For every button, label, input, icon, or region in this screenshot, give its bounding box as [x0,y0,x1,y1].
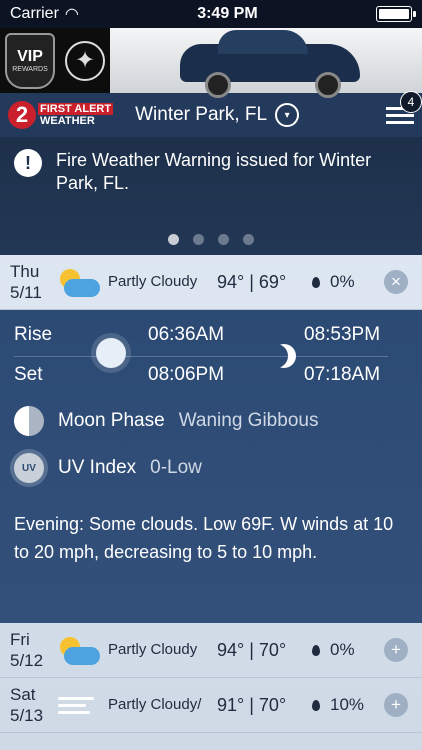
collapse-button[interactable]: × [384,270,408,294]
page-dot[interactable] [193,234,204,245]
uv-label: UV Index [58,457,137,478]
mercedes-logo-icon [65,40,105,81]
status-bar: Carrier ◠ 3:49 PM [0,0,422,28]
forecast-text: Evening: Some clouds. Low 69F. W winds a… [14,514,394,562]
uv-value: 0-Low [150,457,202,478]
day-date: 5/13 [10,706,44,725]
sunrise-time: 06:36AM [148,324,225,345]
expand-button[interactable]: + [384,638,408,662]
wind-icon [58,691,100,719]
forecast-list: Thu 5/11 Partly Cloudy 94° | 69° 0% × Ris… [0,255,422,750]
low-temp: 69° [258,271,287,292]
menu-badge: 4 [400,90,422,113]
moonset-time: 07:18AM [304,364,381,385]
day-row[interactable]: Fri 5/12 Partly Cloudy 94° | 70° 0% + [0,623,422,678]
low-temp: 70° [258,694,287,715]
day-details: Rise Set 06:36AM 08:06PM 08:53PM 07:18AM… [0,310,422,623]
day-date: 5/12 [10,651,44,670]
wifi-icon: ◠ [64,6,79,23]
sunset-time: 08:06PM [148,364,225,385]
alert-banner[interactable]: ! Fire Weather Warning issued for Winter… [0,137,422,255]
menu-button[interactable]: 4 [386,90,422,128]
high-temp: 91° [217,694,245,715]
set-label: Set [14,364,43,385]
precip-chance: 0% [330,272,355,291]
raindrop-icon [312,644,320,656]
sun-icon [96,338,126,368]
car-image [110,28,422,98]
page-indicator[interactable] [0,234,422,245]
moon-phase-label: Moon Phase [58,410,165,431]
page-dot[interactable] [168,234,179,245]
high-temp: 94° [217,271,245,292]
warning-icon: ! [14,149,42,177]
uv-index-row: UV UV Index 0-Low [14,453,202,483]
raindrop-icon [312,276,320,288]
day-condition: Partly Cloudy [108,273,198,290]
moonrise-time: 08:53PM [304,324,381,345]
rise-set-block: Rise Set 06:36AM 08:06PM 08:53PM 07:18AM [14,320,388,390]
day-name: Fri [10,630,30,649]
status-time: 3:49 PM [197,5,258,22]
chevron-down-icon: ▾ [275,103,300,127]
precip-chance: 10% [330,695,365,714]
expand-button[interactable]: + [384,693,408,717]
battery-icon [375,6,416,22]
ad-banner[interactable]: VIP REWARDS [0,28,422,98]
day-condition: Partly Cloudy [108,641,198,658]
raindrop-icon [312,699,320,711]
day-condition: Partly Cloudy/ [108,696,202,713]
alert-message: Fire Weather Warning issued for Winter P… [56,150,372,193]
rise-label: Rise [14,324,53,345]
moon-phase-value: Waning Gibbous [178,410,319,431]
partly-cloudy-icon [58,635,100,665]
moon-icon [264,344,288,368]
vip-rewards-logo: VIP REWARDS [5,32,55,89]
moon-phase-icon [14,406,44,436]
page-dot[interactable] [243,234,254,245]
day-name: Sat [10,685,36,704]
day-row[interactable]: Sat 5/13 Partly Cloudy/ 91° | 70° 10% + [0,678,422,733]
page-dot[interactable] [218,234,229,245]
day-name: Thu [10,262,40,281]
app-logo: 2 FIRST ALERT WEATHER [8,101,114,129]
partly-cloudy-icon [58,267,100,297]
precip-chance: 0% [330,640,355,659]
app-header: 2 FIRST ALERT WEATHER Winter Park, FL ▾ 4 [0,90,422,137]
low-temp: 70° [258,639,287,660]
location-label: Winter Park, FL [135,104,268,125]
day-date: 5/11 [10,283,42,302]
day-row-today[interactable]: Thu 5/11 Partly Cloudy 94° | 69° 0% × [0,255,422,310]
high-temp: 94° [217,639,245,660]
location-selector[interactable]: Winter Park, FL ▾ [135,103,300,127]
moon-phase-row: Moon Phase Waning Gibbous [14,406,318,436]
uv-icon: UV [14,453,44,483]
carrier-label: Carrier [10,5,59,22]
